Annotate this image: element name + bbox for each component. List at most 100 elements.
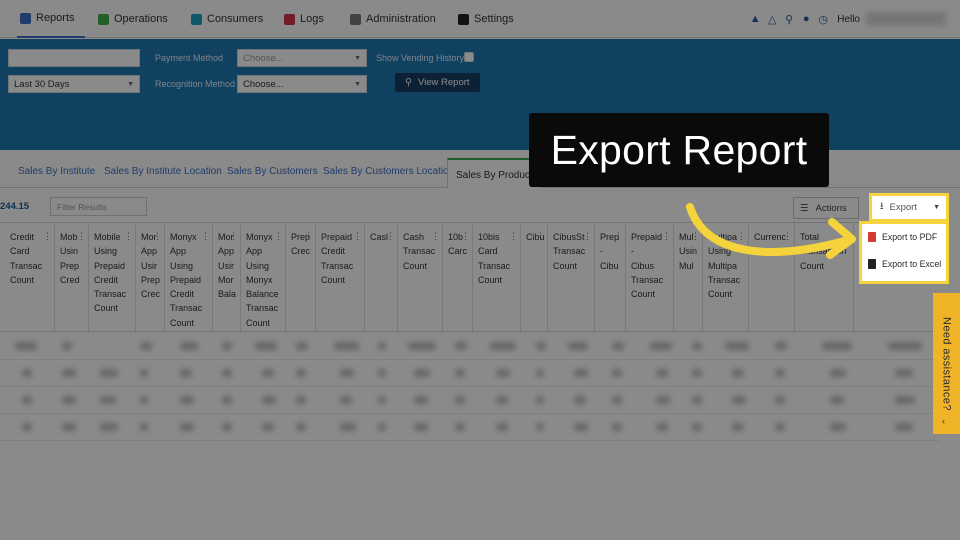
- column-menu-icon[interactable]: ⋮: [274, 229, 283, 243]
- column-header[interactable]: Monyx App Using Monyx Balance Transac Co…: [241, 223, 286, 333]
- column-menu-icon[interactable]: ⋮: [124, 229, 133, 243]
- user-name-redacted: [866, 12, 946, 26]
- table-row: [0, 414, 940, 441]
- recognition-method-label: Recognition Method: [155, 79, 236, 89]
- logs-icon: [284, 13, 295, 25]
- column-menu-icon[interactable]: ⋮: [536, 229, 545, 243]
- column-header[interactable]: Mob Usin Prep Cred ⋮: [55, 223, 89, 333]
- graduation-cap-icon[interactable]: ▲: [748, 12, 762, 26]
- nav-logs[interactable]: Logs: [284, 0, 324, 38]
- nav-reports[interactable]: Reports: [17, 0, 85, 38]
- report-total: 244.15: [0, 201, 30, 212]
- operations-icon: [98, 13, 109, 25]
- export-menu: Export to PDF Export to Excel: [859, 221, 949, 284]
- chart-icon: [20, 12, 31, 24]
- column-header[interactable]: 10bis Card Transac Count ⋮: [473, 223, 521, 333]
- chevron-down-icon: ▼: [354, 80, 361, 88]
- column-menu-icon[interactable]: ⋮: [201, 229, 210, 243]
- excel-file-icon: [868, 259, 876, 269]
- column-header[interactable]: Prep - Cibu ⋮: [595, 223, 626, 333]
- column-header[interactable]: Casl ⋮: [365, 223, 398, 333]
- view-report-button[interactable]: ⚲ View Report: [395, 73, 480, 92]
- payment-method-label: Payment Method: [155, 53, 224, 63]
- download-icon: ⭳: [880, 201, 884, 212]
- export-report-callout: Export Report: [529, 113, 829, 187]
- column-menu-icon[interactable]: ⋮: [431, 229, 440, 243]
- column-header[interactable]: Mul Usin Mul ⋮: [674, 223, 703, 333]
- export-button[interactable]: ⭳ Export ▼: [869, 193, 949, 222]
- nav-settings[interactable]: Settings: [458, 0, 514, 38]
- nav-administration[interactable]: Administration: [350, 0, 436, 38]
- pdf-file-icon: [868, 232, 876, 242]
- column-header[interactable]: Cibu ⋮: [521, 223, 548, 333]
- name-filter-input[interactable]: [8, 49, 140, 67]
- payment-method-select[interactable]: Choose... ▼: [237, 49, 367, 67]
- tab-sales-by-institute-location[interactable]: Sales By Institute Location: [104, 166, 222, 177]
- column-header[interactable]: Mor App Usir Prep Crec ⋮: [136, 223, 165, 333]
- menu-icon: ☰: [800, 202, 809, 214]
- column-header[interactable]: Multipa Using Multipa Transac Count ⋮: [703, 223, 749, 333]
- grid-header: Credit Card Transac Count ⋮ Mob Usin Prep …: [0, 222, 940, 333]
- tab-sales-by-customers-location[interactable]: Sales By Customers Location: [323, 166, 454, 177]
- globe-icon[interactable]: ●: [799, 12, 813, 26]
- consumers-icon: [191, 13, 202, 25]
- column-menu-icon[interactable]: ⋮: [583, 229, 592, 243]
- search-icon[interactable]: ⚲: [782, 12, 796, 26]
- recognition-method-select[interactable]: Choose... ▼: [237, 75, 367, 93]
- column-header[interactable]: Mobile Using Prepaid Credit Transac Coun…: [89, 223, 136, 333]
- date-range-select[interactable]: Last 30 Days ▼: [8, 75, 140, 93]
- tab-sales-by-customers[interactable]: Sales By Customers: [227, 166, 318, 177]
- column-menu-icon[interactable]: ⋮: [783, 229, 792, 243]
- export-to-pdf-item[interactable]: Export to PDF: [868, 232, 937, 242]
- settings-icon: [458, 13, 469, 25]
- column-menu-icon[interactable]: ⋮: [842, 229, 851, 243]
- need-assistance-tab[interactable]: Need assistance? ‹: [933, 293, 960, 434]
- greeting: Hello: [837, 13, 860, 25]
- column-menu-icon[interactable]: ⋮: [229, 229, 238, 243]
- column-menu-icon[interactable]: ⋮: [43, 229, 52, 243]
- column-menu-icon[interactable]: ⋮: [386, 229, 395, 243]
- column-menu-icon[interactable]: ⋮: [153, 229, 162, 243]
- column-header[interactable]: CibusSt Transac Count ⋮: [548, 223, 595, 333]
- column-header[interactable]: Monyx App Using Prepaid Credit Transac C…: [165, 223, 213, 333]
- chevron-left-icon: ‹: [942, 416, 946, 426]
- column-header[interactable]: 10b Carc ⋮: [443, 223, 473, 333]
- column-menu-icon[interactable]: ⋮: [614, 229, 623, 243]
- filter-results-input[interactable]: Filter Results: [50, 197, 147, 216]
- tab-sales-by-product[interactable]: Sales By Product: [447, 158, 542, 188]
- show-vending-checkbox[interactable]: [464, 52, 474, 62]
- column-header[interactable]: Prepaid Credit Transac Count ⋮: [316, 223, 365, 333]
- administration-icon: [350, 13, 361, 25]
- column-menu-icon[interactable]: ⋮: [353, 229, 362, 243]
- column-header[interactable]: Credit Card Transac Count ⋮: [5, 223, 55, 333]
- search-icon: ⚲: [405, 77, 412, 88]
- column-header[interactable]: Mor App Usir Mor Bala ⋮: [213, 223, 241, 333]
- column-header[interactable]: Prep Crec ⋮: [286, 223, 316, 333]
- column-header[interactable]: Currenc ⋮: [749, 223, 795, 333]
- column-menu-icon[interactable]: ⋮: [737, 229, 746, 243]
- chevron-down-icon: ▼: [354, 54, 361, 62]
- chevron-down-icon: ▼: [127, 80, 134, 88]
- nav-consumers[interactable]: Consumers: [191, 0, 263, 38]
- chevron-down-icon: ▼: [933, 204, 940, 211]
- tab-sales-by-institute[interactable]: Sales By Institute: [18, 166, 95, 177]
- column-menu-icon[interactable]: ⋮: [691, 229, 700, 243]
- nav-right-tools: ▲ △ ⚲ ● ◷ Hello: [748, 0, 960, 38]
- clock-icon[interactable]: ◷: [816, 12, 830, 26]
- column-menu-icon[interactable]: ⋮: [77, 229, 86, 243]
- column-menu-icon[interactable]: ⋮: [662, 229, 671, 243]
- top-navigation: Reports Operations Consumers Logs Admini…: [0, 0, 960, 38]
- column-header[interactable]: Prepaid - Cibus Transac Count ⋮: [626, 223, 674, 333]
- column-menu-icon[interactable]: ⋮: [509, 229, 518, 243]
- column-menu-icon[interactable]: ⋮: [461, 229, 470, 243]
- column-header[interactable]: Total Transaction Count ⋮: [795, 223, 854, 333]
- export-to-excel-item[interactable]: Export to Excel: [868, 259, 941, 269]
- table-row: [0, 360, 940, 387]
- nav-operations[interactable]: Operations: [98, 0, 168, 38]
- table-row: [0, 387, 940, 414]
- column-header[interactable]: Cash Transac Count ⋮: [398, 223, 443, 333]
- flask-icon[interactable]: △: [765, 12, 779, 26]
- column-menu-icon[interactable]: ⋮: [304, 229, 313, 243]
- actions-button[interactable]: ☰ Actions: [793, 197, 859, 219]
- table-row: [0, 333, 940, 360]
